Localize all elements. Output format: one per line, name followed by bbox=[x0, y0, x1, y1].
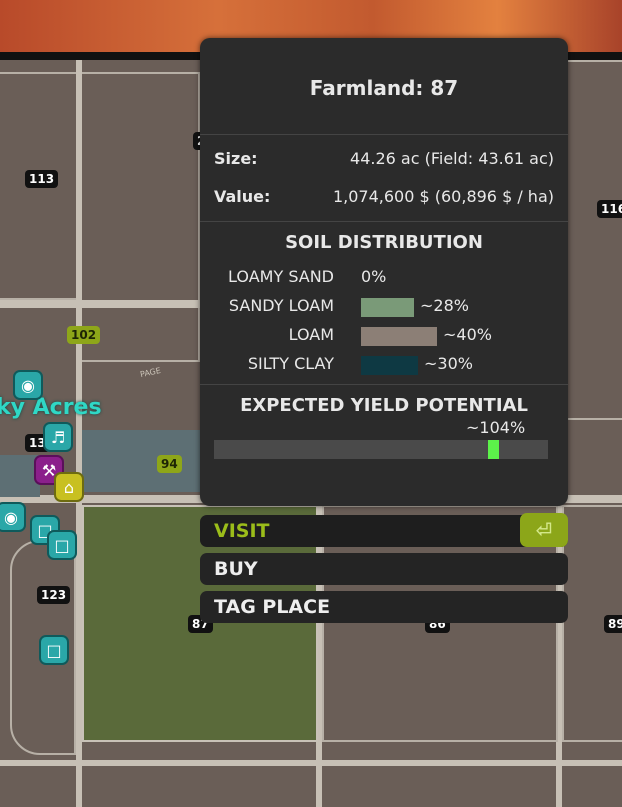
field-number-label: 113 bbox=[25, 170, 59, 188]
visit-button[interactable]: VISIT ⏎ bbox=[200, 513, 568, 547]
soil-name: LOAM bbox=[288, 325, 334, 344]
soil-name: SILTY CLAY bbox=[247, 354, 334, 373]
soil-bar bbox=[361, 327, 437, 346]
size-value: 44.26 ac (Field: 43.61 ac) bbox=[350, 149, 554, 168]
buy-button[interactable]: BUY bbox=[200, 553, 568, 585]
tag-place-label: TAG PLACE bbox=[214, 596, 331, 618]
road-label: PAGE bbox=[139, 365, 162, 380]
soil-name: SANDY LOAM bbox=[228, 296, 334, 315]
soil-distribution-title: SOIL DISTRIBUTION bbox=[285, 232, 483, 253]
soil-bar bbox=[361, 298, 414, 317]
yield-potential-title: EXPECTED YIELD POTENTIAL bbox=[240, 395, 528, 416]
yield-section: ~104% bbox=[200, 416, 568, 464]
buy-label: BUY bbox=[214, 558, 258, 580]
size-label: Size: bbox=[214, 149, 258, 168]
field-number-label: 94 bbox=[157, 455, 182, 473]
water-area bbox=[82, 430, 202, 492]
divider bbox=[200, 221, 568, 222]
soil-row: SILTY CLAY ~30% bbox=[200, 354, 568, 383]
soil-row: LOAMY SAND 0% bbox=[200, 267, 568, 296]
divider bbox=[200, 134, 568, 135]
field-number-label: 116 bbox=[597, 200, 622, 218]
divider bbox=[200, 384, 568, 385]
soil-percentage: 0% bbox=[361, 267, 387, 286]
pig-farm-icon[interactable]: ◉ bbox=[0, 502, 26, 532]
farmhouse-icon[interactable]: ⌂ bbox=[54, 472, 84, 502]
road bbox=[0, 760, 622, 766]
soil-list: LOAMY SAND 0% SANDY LOAM ~28% LOAM ~40% … bbox=[200, 267, 568, 383]
soil-bar bbox=[361, 356, 418, 375]
enter-key-icon[interactable]: ⏎ bbox=[520, 513, 568, 547]
soil-name: LOAMY SAND bbox=[228, 267, 334, 286]
factory-icon[interactable]: □ bbox=[47, 530, 77, 560]
soil-row: SANDY LOAM ~28% bbox=[200, 296, 568, 325]
animal-husbandry-icon[interactable]: ◉ bbox=[13, 370, 43, 400]
yield-bar-track bbox=[214, 440, 548, 459]
size-row: Size: 44.26 ac (Field: 43.61 ac) bbox=[200, 149, 568, 168]
cow-barn-icon[interactable]: ♬ bbox=[43, 422, 73, 452]
value-value: 1,074,600 $ (60,896 $ / ha) bbox=[332, 187, 554, 206]
road bbox=[0, 300, 210, 308]
yield-marker bbox=[488, 440, 499, 459]
tag-place-button[interactable]: TAG PLACE bbox=[200, 591, 568, 623]
factory-icon[interactable]: □ bbox=[39, 635, 69, 665]
field-parcel[interactable] bbox=[560, 60, 622, 420]
soil-row: LOAM ~40% bbox=[200, 325, 568, 354]
soil-percentage: ~28% bbox=[420, 296, 469, 315]
farmland-info-popup: Farmland: 87 Size: 44.26 ac (Field: 43.6… bbox=[200, 38, 568, 506]
field-number-label: 89 bbox=[604, 615, 622, 633]
value-row: Value: 1,074,600 $ (60,896 $ / ha) bbox=[200, 187, 568, 206]
field-number-label: 102 bbox=[67, 326, 101, 344]
yield-percentage: ~104% bbox=[466, 418, 526, 437]
value-label: Value: bbox=[214, 187, 271, 206]
visit-label: VISIT bbox=[214, 520, 270, 542]
farmland-title: Farmland: 87 bbox=[309, 76, 459, 100]
soil-percentage: ~30% bbox=[424, 354, 473, 373]
field-number-label: 123 bbox=[37, 586, 71, 604]
field-parcel[interactable] bbox=[80, 72, 200, 362]
soil-percentage: ~40% bbox=[443, 325, 492, 344]
